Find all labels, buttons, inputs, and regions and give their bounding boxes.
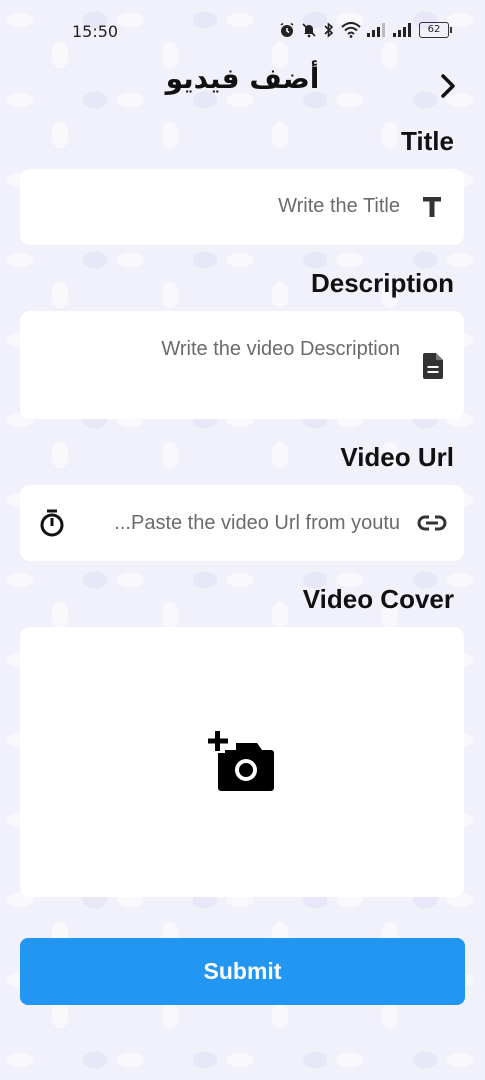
document-icon <box>421 352 445 380</box>
wifi-icon <box>341 22 361 38</box>
link-icon <box>417 512 447 534</box>
video-url-placeholder: ...Paste the video Url from youtu <box>114 512 400 534</box>
video-url-field[interactable]: ...Paste the video Url from youtu <box>20 485 464 561</box>
title-field[interactable]: Write the Title <box>20 169 464 245</box>
title-placeholder: Write the Title <box>278 195 400 217</box>
description-field[interactable]: Write the video Description <box>20 311 464 419</box>
alarm-icon <box>280 22 294 37</box>
video-cover-label: Video Cover <box>302 584 454 614</box>
mute-icon <box>302 23 316 38</box>
bluetooth-icon <box>324 22 334 38</box>
description-placeholder: Write the video Description <box>161 338 400 360</box>
text-format-icon <box>420 195 444 219</box>
status-icons: 62 <box>279 22 452 38</box>
video-url-label: Video Url <box>340 442 454 472</box>
description-label: Description <box>310 268 454 298</box>
page-title: أضف فيديو <box>165 62 320 95</box>
signal-icon <box>393 23 411 37</box>
submit-button[interactable]: Submit <box>20 938 465 1005</box>
signal-icon <box>367 23 385 37</box>
title-label: Title <box>401 126 454 156</box>
battery-icon: 62 <box>419 22 452 38</box>
back-button[interactable] <box>432 70 464 102</box>
add-photo-icon <box>208 731 276 793</box>
status-time: 15:50 <box>72 22 119 41</box>
timer-icon[interactable] <box>39 509 65 537</box>
chevron-right-icon <box>441 74 455 98</box>
video-cover-picker[interactable] <box>20 627 464 897</box>
